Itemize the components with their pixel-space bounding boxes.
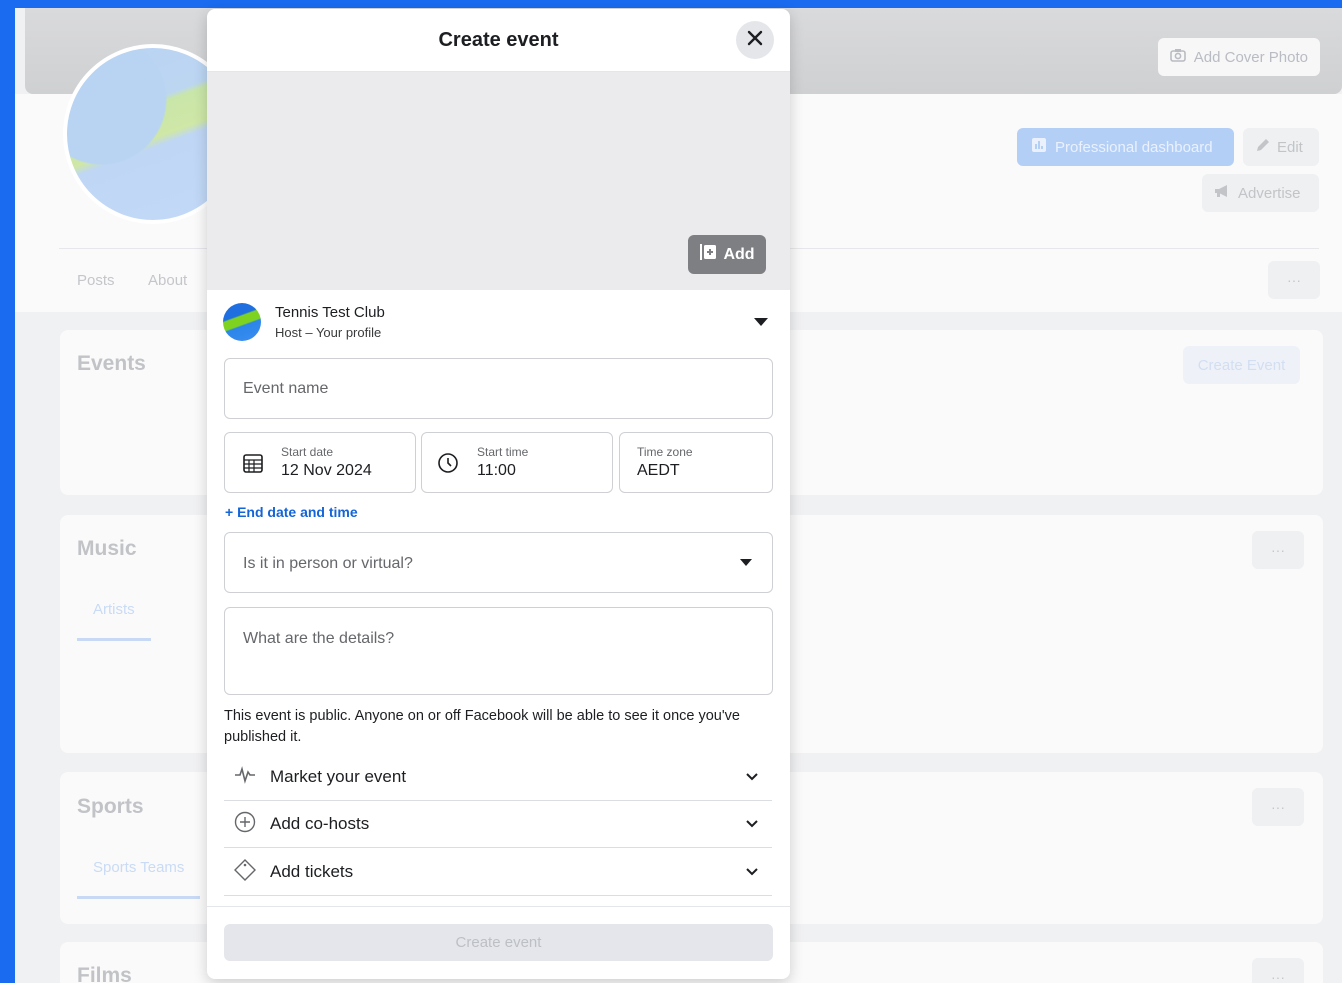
pencil-icon (1255, 137, 1271, 157)
edit-profile-button[interactable]: Edit (1243, 128, 1319, 166)
close-button[interactable] (736, 21, 774, 59)
host-subtitle: Host – Your profile (275, 325, 382, 340)
footer-divider (207, 906, 790, 907)
create-event-dialog: Create event Add Tennis Test Club Host –… (207, 9, 790, 979)
profile-more-button[interactable]: ··· (1268, 261, 1320, 299)
music-more-button[interactable]: ··· (1252, 531, 1304, 569)
host-selector[interactable]: Tennis Test Club Host – Your profile (207, 290, 790, 354)
add-tickets-label: Add tickets (270, 862, 354, 881)
add-photo-label: Add (723, 245, 755, 263)
start-date-field[interactable]: Start date 12 Nov 2024 (224, 432, 416, 493)
dialog-header: Create event (207, 9, 790, 72)
music-card-title: Music (77, 537, 137, 560)
add-tickets-section[interactable]: Add tickets (224, 849, 772, 896)
location-type-placeholder: Is it in person or virtual? (243, 555, 413, 572)
start-time-field[interactable]: Start time 11:00 (421, 432, 613, 493)
megaphone-icon (1214, 184, 1232, 202)
activity-icon (234, 765, 256, 789)
plus-circle-icon (234, 811, 256, 838)
sports-card-title: Sports (77, 795, 144, 818)
add-cover-photo-button[interactable]: Add (688, 235, 766, 274)
add-cover-photo-button[interactable]: Add Cover Photo (1157, 38, 1320, 76)
caret-down-icon (740, 559, 752, 566)
dialog-title: Create event (438, 28, 559, 51)
clock-icon (437, 452, 459, 479)
public-event-notice: This event is public. Anyone on or off F… (224, 708, 740, 745)
professional-dashboard-label: Professional dashboard (1055, 138, 1213, 156)
events-card-title: Events (77, 352, 146, 375)
details-textarea[interactable]: What are the details? (224, 607, 773, 695)
add-cover-photo-label: Add Cover Photo (1193, 48, 1308, 66)
end-date-and-time-link[interactable]: + End date and time (225, 504, 358, 520)
start-date-value: 12 Nov 2024 (281, 462, 372, 479)
caret-down-icon (754, 318, 768, 326)
add-co-hosts-section[interactable]: Add co-hosts (224, 801, 772, 848)
market-your-event-label: Market your event (270, 767, 407, 786)
time-zone-field[interactable]: Time zone AEDT (619, 432, 773, 493)
host-name: Tennis Test Club (275, 304, 385, 321)
advertise-label: Advertise (1238, 184, 1301, 202)
professional-dashboard-button[interactable]: Professional dashboard (1017, 128, 1234, 166)
market-your-event-section[interactable]: Market your event (224, 754, 772, 801)
location-type-select[interactable]: Is it in person or virtual? (224, 532, 773, 593)
tab-artists[interactable]: Artists (77, 601, 151, 641)
event-name-field[interactable]: Event name (224, 358, 773, 419)
start-time-label: Start time (477, 445, 529, 459)
tab-posts[interactable]: Posts (77, 272, 115, 289)
films-card-title: Films (77, 964, 132, 983)
event-cover-photo-area: Add (207, 72, 790, 290)
chevron-down-icon (744, 863, 760, 884)
create-event-background-button[interactable]: Create Event (1183, 346, 1300, 384)
time-zone-label: Time zone (637, 445, 693, 459)
time-zone-value: AEDT (637, 462, 680, 479)
advertise-button[interactable]: Advertise (1202, 174, 1319, 212)
add-co-hosts-label: Add co-hosts (270, 814, 370, 833)
event-name-placeholder: Event name (243, 380, 329, 397)
dashboard-icon (1031, 137, 1047, 157)
host-avatar (223, 303, 261, 341)
films-more-button[interactable]: ··· (1252, 958, 1304, 983)
start-time-value: 11:00 (477, 462, 516, 479)
camera-icon (1169, 48, 1186, 66)
ticket-icon (234, 858, 256, 886)
chevron-down-icon (744, 815, 760, 836)
details-placeholder: What are the details? (243, 630, 395, 647)
tab-about[interactable]: About (148, 272, 187, 289)
add-photo-icon (699, 243, 717, 266)
calendar-icon (242, 452, 264, 479)
close-icon (747, 30, 763, 51)
create-event-submit-button[interactable]: Create event (224, 924, 773, 961)
start-date-label: Start date (281, 445, 334, 459)
tab-sports-teams[interactable]: Sports Teams (77, 859, 201, 899)
edit-label: Edit (1277, 138, 1303, 156)
chevron-down-icon (744, 768, 760, 789)
sports-more-button[interactable]: ··· (1252, 788, 1304, 826)
